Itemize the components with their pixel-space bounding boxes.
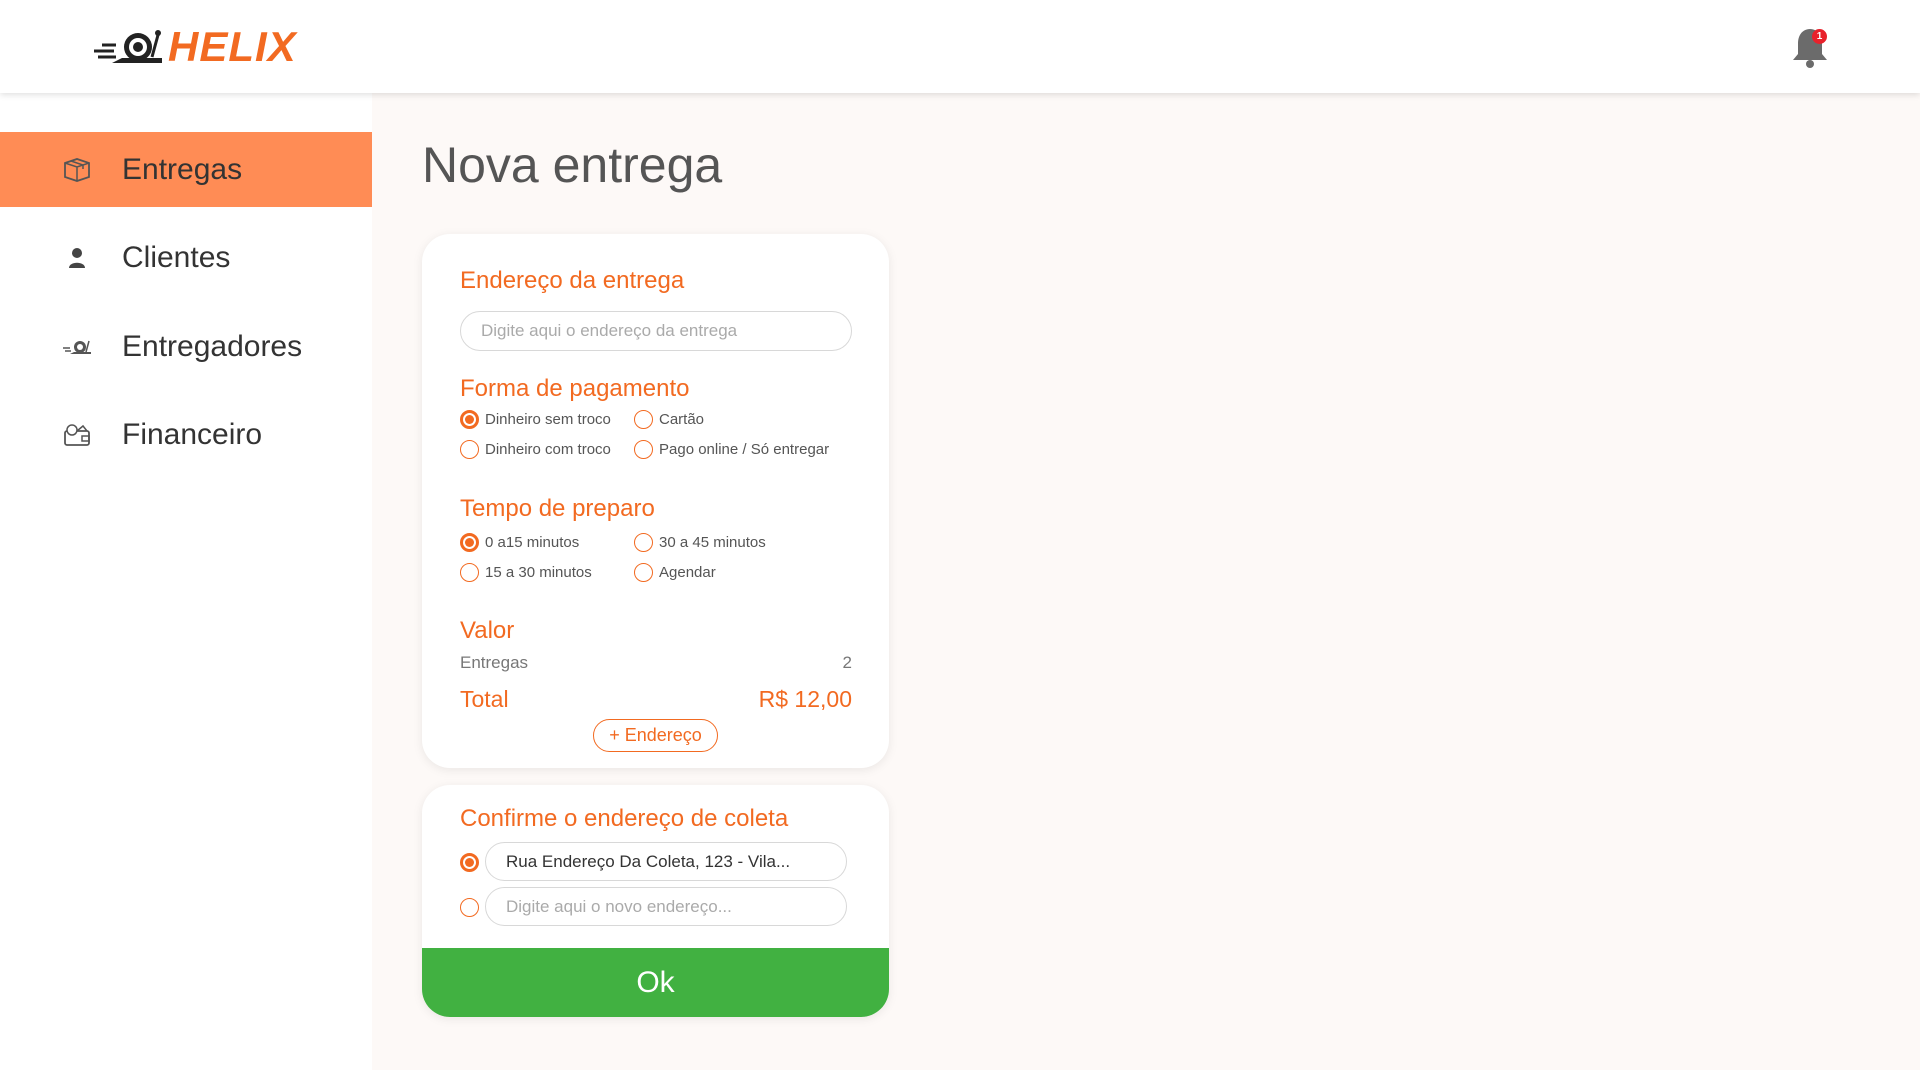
person-icon [62,243,92,273]
pickup-current-address-field[interactable] [485,842,847,881]
total-row: Total R$ 12,00 [460,686,852,713]
sidebar-item-label: Clientes [122,240,231,274]
radio-button[interactable] [460,410,479,429]
add-address-button[interactable]: + Endereço [593,719,718,752]
prep-option-0-15[interactable]: 0 a15 minutos [460,533,579,552]
pickup-current-radio[interactable] [460,853,479,872]
logo-text: HELIX [168,23,297,70]
payment-option-dinheiro-sem-troco[interactable]: Dinheiro sem troco [460,410,611,429]
sidebar-item-entregadores[interactable]: Entregadores [0,309,372,384]
radio-button[interactable] [460,533,479,552]
prep-option-agendar[interactable]: Agendar [634,563,716,582]
radio-button[interactable] [634,440,653,459]
radio-button[interactable] [634,563,653,582]
delivery-address-input[interactable] [460,311,852,351]
address-section-title: Endereço da entrega [460,267,685,294]
delivery-form-card: Endereço da entrega Forma de pagamento D… [422,234,889,768]
sidebar-item-label: Entregas [122,152,243,186]
sidebar-item-entregas[interactable]: Entregas [0,132,372,207]
total-label: Total [460,686,509,712]
entregas-label: Entregas [460,653,529,672]
prep-option-15-30[interactable]: 15 a 30 minutos [460,563,592,582]
entregas-count: 2 [842,653,852,672]
box-icon [62,155,92,185]
wallet-icon [62,420,92,450]
prep-option-30-45[interactable]: 30 a 45 minutos [634,533,766,552]
ok-button[interactable]: Ok [422,948,889,1017]
radio-button[interactable] [460,563,479,582]
radio-button[interactable] [460,440,479,459]
page-title: Nova entrega [422,137,723,193]
entregas-row: Entregas 2 [460,653,852,673]
snail-logo-icon [94,30,162,63]
valor-section-title: Valor [460,617,515,644]
prep-time-section-title: Tempo de preparo [460,495,655,522]
payment-option-dinheiro-com-troco[interactable]: Dinheiro com troco [460,440,611,459]
total-value: R$ 12,00 [758,686,852,712]
sidebar: Entregas Clientes Entregadores Financeir… [0,93,372,1070]
sidebar-item-financeiro[interactable]: Financeiro [0,397,372,472]
sidebar-item-label: Financeiro [122,417,263,451]
pickup-new-radio[interactable] [460,898,479,917]
payment-option-cartao[interactable]: Cartão [634,410,704,429]
helix-logo[interactable]: HELIX [92,23,297,70]
pickup-new-address-input[interactable] [485,887,847,926]
radio-button[interactable] [634,410,653,429]
pickup-section-title: Confirme o endereço de coleta [460,805,789,832]
payment-option-pago-online[interactable]: Pago online / Só entregar [634,440,829,459]
payment-section-title: Forma de pagamento [460,375,690,402]
sidebar-item-label: Entregadores [122,329,303,363]
radio-button[interactable] [634,533,653,552]
sidebar-item-clientes[interactable]: Clientes [0,220,372,295]
notification-badge: 1 [1812,29,1827,44]
snail-icon [62,332,92,362]
top-bar: HELIX 1 [0,0,1920,93]
pickup-card: Confirme o endereço de coleta Ok [422,785,889,1017]
